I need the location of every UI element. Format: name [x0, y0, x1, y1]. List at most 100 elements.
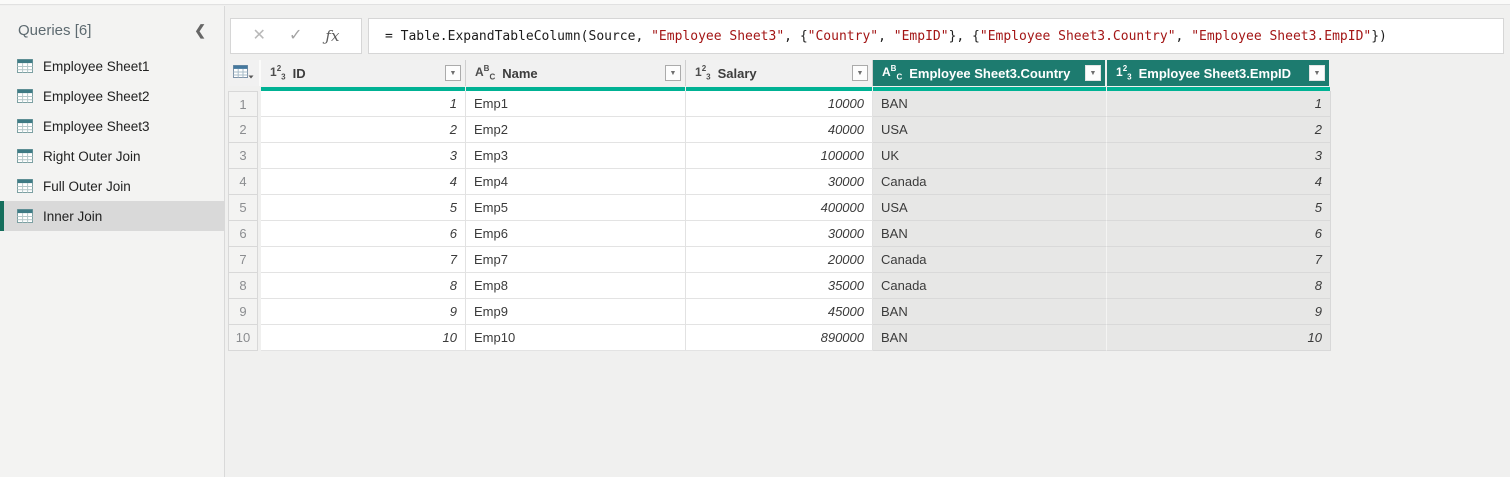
sidebar-item-right-outer-join[interactable]: Right Outer Join	[0, 141, 224, 171]
fx-icon[interactable]: ƒx	[325, 28, 339, 44]
chevron-down-icon: ▼	[1089, 69, 1097, 77]
cell-salary[interactable]: 30000	[686, 221, 873, 247]
cell-salary[interactable]: 45000	[686, 299, 873, 325]
cell-employee-sheet3-empid[interactable]: 3	[1107, 143, 1331, 169]
column-header-employee-sheet3-empid[interactable]: 123 Employee Sheet3.EmpID ▼	[1107, 60, 1331, 86]
cell-id[interactable]: 6	[261, 221, 466, 247]
number-type-icon[interactable]: 123	[695, 64, 711, 81]
filter-dropdown-button[interactable]: ▼	[1309, 65, 1325, 81]
number-type-icon[interactable]: 123	[1116, 64, 1132, 81]
collapse-pane-icon[interactable]: ❮	[186, 22, 214, 39]
cell-salary[interactable]: 20000	[686, 247, 873, 273]
cell-id[interactable]: 5	[261, 195, 466, 221]
column-name: ID	[292, 65, 306, 81]
row-number[interactable]: 9	[228, 299, 258, 325]
row-number[interactable]: 2	[228, 117, 258, 143]
column-name: Employee Sheet3.Country	[909, 65, 1071, 81]
formula-segment-string: "Employee Sheet3"	[651, 28, 785, 44]
filter-dropdown-button[interactable]: ▼	[1085, 65, 1101, 81]
cell-employee-sheet3-empid[interactable]: 2	[1107, 117, 1331, 143]
column-header-id[interactable]: 123 ID ▼	[261, 60, 466, 86]
select-all-corner-button[interactable]	[228, 60, 261, 86]
header-row: 123 ID ▼ ABC Name ▼ 123 Salary ▼ ABC Employee Shee…	[228, 60, 1331, 86]
column-header-salary[interactable]: 123 Salary ▼	[686, 60, 873, 86]
filter-dropdown-button[interactable]: ▼	[445, 65, 461, 81]
cell-id[interactable]: 1	[261, 91, 466, 117]
cell-salary[interactable]: 400000	[686, 195, 873, 221]
cell-employee-sheet3-empid[interactable]: 6	[1107, 221, 1331, 247]
row-number[interactable]: 1	[228, 91, 258, 117]
cell-employee-sheet3-country[interactable]: Canada	[873, 273, 1107, 299]
filter-dropdown-button[interactable]: ▼	[852, 65, 868, 81]
cell-employee-sheet3-empid[interactable]: 4	[1107, 169, 1331, 195]
query-list: Employee Sheet1 Employee Sheet2 Employee S…	[0, 51, 224, 231]
row-number[interactable]: 4	[228, 169, 258, 195]
sidebar-item-employee-sheet1[interactable]: Employee Sheet1	[0, 51, 224, 81]
formula-input[interactable]: = Table.ExpandTableColumn(Source, "Emplo…	[368, 18, 1504, 54]
cell-employee-sheet3-country[interactable]: UK	[873, 143, 1107, 169]
confirm-formula-icon[interactable]: ✓	[289, 28, 302, 44]
cell-salary[interactable]: 890000	[686, 325, 873, 351]
cell-name[interactable]: Emp7	[466, 247, 686, 273]
cell-employee-sheet3-country[interactable]: Canada	[873, 169, 1107, 195]
cell-employee-sheet3-country[interactable]: Canada	[873, 247, 1107, 273]
column-header-name[interactable]: ABC Name ▼	[466, 60, 686, 86]
cancel-formula-icon[interactable]: ✕	[253, 28, 266, 44]
cell-employee-sheet3-country[interactable]: BAN	[873, 299, 1107, 325]
cell-salary[interactable]: 40000	[686, 117, 873, 143]
cell-employee-sheet3-empid[interactable]: 7	[1107, 247, 1331, 273]
row-number[interactable]: 5	[228, 195, 258, 221]
cell-name[interactable]: Emp10	[466, 325, 686, 351]
cell-employee-sheet3-country[interactable]: USA	[873, 195, 1107, 221]
cell-employee-sheet3-country[interactable]: BAN	[873, 325, 1107, 351]
sidebar-item-full-outer-join[interactable]: Full Outer Join	[0, 171, 224, 201]
text-type-icon[interactable]: ABC	[882, 64, 902, 81]
cell-id[interactable]: 10	[261, 325, 466, 351]
data-preview-grid: 123 ID ▼ ABC Name ▼ 123 Salary ▼ ABC Employee Shee…	[228, 60, 1331, 351]
row-number[interactable]: 3	[228, 143, 258, 169]
cell-employee-sheet3-empid[interactable]: 1	[1107, 91, 1331, 117]
number-type-icon[interactable]: 123	[270, 64, 286, 81]
table-row: 9 9 Emp9 45000 BAN 9	[228, 299, 1331, 325]
cell-name[interactable]: Emp8	[466, 273, 686, 299]
cell-name[interactable]: Emp9	[466, 299, 686, 325]
cell-salary[interactable]: 10000	[686, 91, 873, 117]
cell-id[interactable]: 8	[261, 273, 466, 299]
cell-name[interactable]: Emp2	[466, 117, 686, 143]
cell-employee-sheet3-empid[interactable]: 8	[1107, 273, 1331, 299]
table-row: 3 3 Emp3 100000 UK 3	[228, 143, 1331, 169]
row-number[interactable]: 10	[228, 325, 258, 351]
cell-name[interactable]: Emp1	[466, 91, 686, 117]
cell-id[interactable]: 2	[261, 117, 466, 143]
cell-employee-sheet3-country[interactable]: BAN	[873, 91, 1107, 117]
table-row: 7 7 Emp7 20000 Canada 7	[228, 247, 1331, 273]
cell-employee-sheet3-empid[interactable]: 5	[1107, 195, 1331, 221]
row-number[interactable]: 6	[228, 221, 258, 247]
sidebar-item-inner-join[interactable]: Inner Join	[0, 201, 224, 231]
column-header-employee-sheet3-country[interactable]: ABC Employee Sheet3.Country ▼	[873, 60, 1107, 86]
cell-employee-sheet3-country[interactable]: USA	[873, 117, 1107, 143]
cell-name[interactable]: Emp6	[466, 221, 686, 247]
cell-employee-sheet3-empid[interactable]: 10	[1107, 325, 1331, 351]
cell-employee-sheet3-country[interactable]: BAN	[873, 221, 1107, 247]
cell-id[interactable]: 4	[261, 169, 466, 195]
cell-id[interactable]: 3	[261, 143, 466, 169]
cell-name[interactable]: Emp3	[466, 143, 686, 169]
row-number[interactable]: 7	[228, 247, 258, 273]
cell-name[interactable]: Emp5	[466, 195, 686, 221]
row-number[interactable]: 8	[228, 273, 258, 299]
filter-dropdown-button[interactable]: ▼	[665, 65, 681, 81]
sidebar-item-employee-sheet3[interactable]: Employee Sheet3	[0, 111, 224, 141]
cell-name[interactable]: Emp4	[466, 169, 686, 195]
cell-id[interactable]: 7	[261, 247, 466, 273]
cell-id[interactable]: 9	[261, 299, 466, 325]
query-name: Right Outer Join	[43, 148, 141, 164]
cell-salary[interactable]: 30000	[686, 169, 873, 195]
sidebar-item-employee-sheet2[interactable]: Employee Sheet2	[0, 81, 224, 111]
cell-employee-sheet3-empid[interactable]: 9	[1107, 299, 1331, 325]
text-type-icon[interactable]: ABC	[475, 64, 495, 81]
cell-salary[interactable]: 100000	[686, 143, 873, 169]
formula-segment-code: , {	[784, 28, 808, 44]
cell-salary[interactable]: 35000	[686, 273, 873, 299]
table-row: 5 5 Emp5 400000 USA 5	[228, 195, 1331, 221]
